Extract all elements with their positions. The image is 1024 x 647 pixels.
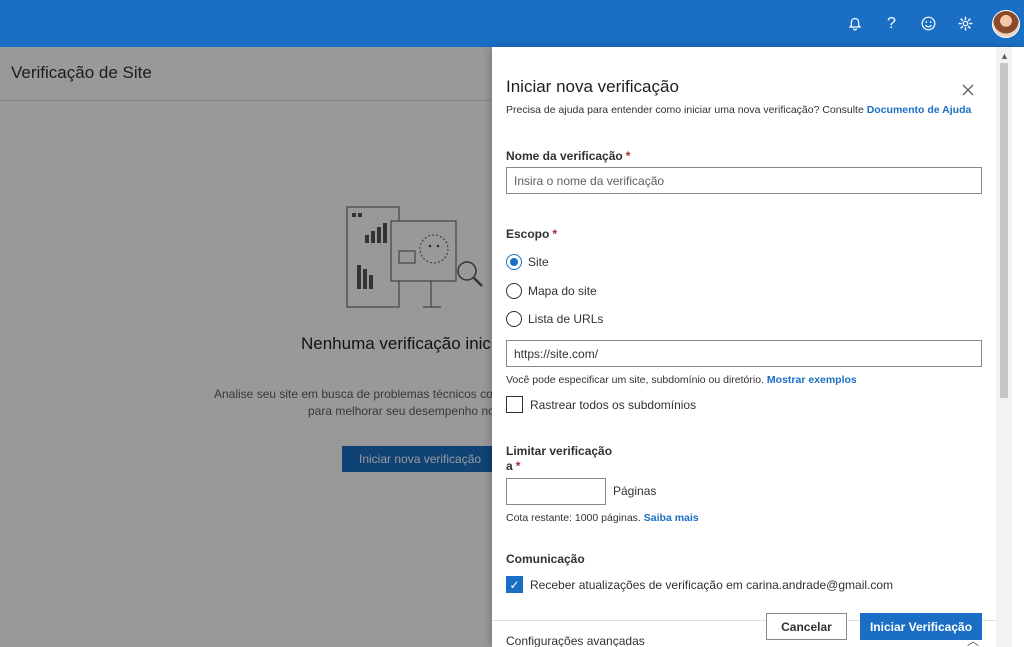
scope-label: Escopo * [506, 227, 557, 241]
help-text-body: Precisa de ajuda para entender como inic… [506, 104, 864, 116]
quota-text: Cota restante: 1000 páginas. [506, 512, 641, 524]
gear-icon[interactable] [947, 0, 984, 47]
site-url-input[interactable]: https://site.com/ [506, 340, 982, 367]
scope-label-text: Escopo [506, 227, 550, 241]
pages-unit-label: Páginas [613, 484, 657, 498]
url-hint-text: Você pode especificar um site, subdomíni… [506, 374, 764, 386]
required-mark: * [625, 149, 631, 163]
avatar[interactable] [992, 9, 1020, 38]
scan-name-label-text: Nome da verificação [506, 149, 623, 163]
advanced-settings-toggle[interactable]: Configurações avançadas [506, 634, 645, 647]
scope-option-sitemap[interactable]: Mapa do site [506, 283, 597, 299]
scrollbar-thumb[interactable] [1000, 63, 1008, 398]
checkbox-icon[interactable] [506, 396, 523, 413]
learn-more-link[interactable]: Saiba mais [644, 512, 699, 524]
help-doc-link[interactable]: Documento de Ajuda [867, 104, 972, 116]
panel-edge [1012, 47, 1024, 647]
url-hint: Você pode especificar um site, subdomíni… [506, 374, 857, 386]
radio-icon[interactable] [506, 283, 522, 299]
new-scan-panel: Iniciar nova verificação Precisa de ajud… [492, 47, 1024, 647]
limit-label-line2: a [506, 459, 513, 473]
scan-name-label: Nome da verificação * [506, 149, 630, 163]
help-text: Precisa de ajuda para entender como inic… [506, 104, 971, 116]
quota-info: Cota restante: 1000 páginas. Saiba mais [506, 512, 699, 524]
show-examples-link[interactable]: Mostrar exemplos [767, 374, 857, 386]
required-mark: * [552, 227, 558, 241]
close-icon[interactable] [958, 80, 978, 100]
feedback-smiley-icon[interactable] [910, 0, 947, 47]
crawl-subdomains-option[interactable]: Rastrear todos os subdomínios [506, 396, 696, 413]
scope-option-url-list[interactable]: Lista de URLs [506, 311, 603, 327]
scope-option-site[interactable]: Site [506, 254, 549, 270]
communication-label: Comunicação [506, 552, 585, 566]
radio-icon[interactable] [506, 311, 522, 327]
email-updates-label: Receber atualizações de verificação em c… [530, 577, 894, 592]
scroll-up-icon[interactable]: ▲ [1000, 51, 1009, 61]
scope-option-label: Mapa do site [528, 284, 597, 298]
start-scan-button[interactable]: Iniciar Verificação [860, 613, 982, 640]
scan-name-input[interactable]: Insira o nome da verificação [506, 167, 982, 194]
limit-label: Limitar verificação a * [506, 444, 616, 474]
page-limit-input[interactable] [506, 478, 606, 505]
cancel-button[interactable]: Cancelar [766, 613, 847, 640]
bell-icon[interactable] [836, 0, 873, 47]
email-updates-option[interactable]: ✓ Receber atualizações de verificação em… [506, 576, 893, 593]
panel-title: Iniciar nova verificação [506, 77, 679, 96]
panel-scrollbar[interactable]: ▲ [996, 47, 1012, 647]
top-bar: ? [0, 0, 1024, 47]
crawl-subdomains-label: Rastrear todos os subdomínios [530, 397, 697, 412]
scope-option-label: Lista de URLs [528, 312, 604, 326]
required-mark: * [515, 459, 521, 473]
limit-label-line1: Limitar verificação [506, 444, 613, 458]
top-bar-icons: ? [836, 0, 1024, 47]
checkbox-checked-icon[interactable]: ✓ [506, 576, 523, 593]
scope-option-label: Site [528, 255, 549, 269]
help-icon[interactable]: ? [873, 0, 910, 47]
radio-selected-icon[interactable] [506, 254, 522, 270]
